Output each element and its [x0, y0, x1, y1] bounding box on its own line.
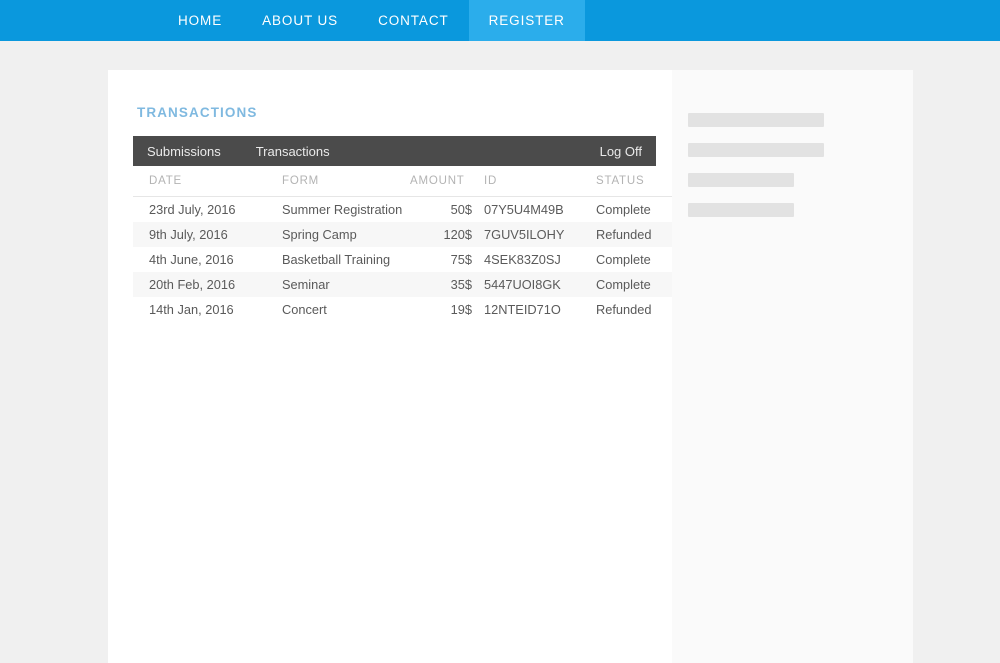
cell-form: Concert: [282, 302, 327, 317]
tab-submissions[interactable]: Submissions: [147, 144, 221, 159]
cell-status: Refunded: [584, 222, 680, 247]
transactions-table: DATE FORM AMOUNT ID STATUS 23rd July, 20…: [133, 171, 680, 322]
column-header-form: FORM: [282, 171, 410, 197]
table-row[interactable]: 20th Feb, 2016 Seminar 35$ 5447UOI8GK Co…: [133, 272, 680, 297]
log-off-button[interactable]: Log Off: [600, 144, 642, 159]
placeholder-bar-3: [688, 173, 794, 187]
cell-form: Spring Camp: [282, 222, 410, 247]
cell-id: 7GUV5ILOHY: [472, 222, 584, 247]
sidebar-column: [672, 70, 913, 663]
table-row[interactable]: 14th Jan, 2016 Concert 19$ 12NTEID71O Re…: [133, 297, 680, 322]
cell-form: Basketball Training: [282, 252, 391, 267]
account-tabbar: Submissions Transactions Log Off: [133, 136, 656, 166]
cell-amount: 50$: [450, 202, 472, 217]
cell-id: 07Y5U4M49B: [484, 202, 564, 217]
nav-item-label: ABOUT US: [262, 13, 339, 28]
nav-item-register[interactable]: REGISTER: [468, 0, 585, 41]
nav-item-home[interactable]: HOME: [158, 0, 242, 41]
column-header-date: DATE: [133, 171, 282, 197]
cell-id: 12NTEID71O: [484, 302, 561, 317]
cell-date: 20th Feb, 2016: [133, 272, 282, 297]
cell-id: 4SEK83Z0SJ: [484, 252, 561, 267]
log-off-label: Log Off: [599, 143, 642, 159]
column-header-amount: AMOUNT: [410, 171, 472, 197]
cell-date: 4th June, 2016: [149, 252, 234, 267]
placeholder-bar-4: [688, 203, 794, 217]
nav-item-label: REGISTER: [488, 13, 565, 28]
cell-date: 14th Jan, 2016: [149, 302, 234, 317]
cell-form: Seminar: [282, 272, 410, 297]
main-content-column: TRANSACTIONS Submissions Transactions Lo…: [108, 70, 680, 663]
main-navigation: HOME ABOUT US CONTACT REGISTER: [0, 0, 1000, 41]
tab-label: Submissions: [147, 143, 221, 159]
cell-amount: 120$: [410, 222, 472, 247]
cell-status: Refunded: [596, 302, 652, 317]
cell-amount: 35$: [410, 272, 472, 297]
page-card: TRANSACTIONS Submissions Transactions Lo…: [108, 70, 913, 663]
table-row[interactable]: 4th June, 2016 Basketball Training 75$ 4…: [133, 247, 680, 272]
table-header-row: DATE FORM AMOUNT ID STATUS: [133, 171, 680, 197]
cell-id: 5447UOI8GK: [472, 272, 584, 297]
tab-label: Transactions: [255, 143, 330, 159]
table-body: 23rd July, 2016 Summer Registration 50$ …: [133, 197, 680, 323]
column-header-status: STATUS: [584, 171, 680, 197]
cell-status: Complete: [584, 272, 680, 297]
nav-item-label: CONTACT: [378, 13, 449, 28]
table-row[interactable]: 23rd July, 2016 Summer Registration 50$ …: [133, 197, 680, 223]
placeholder-bar-1: [688, 113, 824, 127]
tab-transactions[interactable]: Transactions: [256, 144, 330, 159]
cell-amount: 19$: [450, 302, 472, 317]
placeholder-bar-2: [688, 143, 824, 157]
column-header-id: ID: [472, 171, 584, 197]
cell-form: Summer Registration: [282, 202, 403, 217]
nav-item-contact[interactable]: CONTACT: [358, 0, 469, 41]
transactions-table-wrapper: DATE FORM AMOUNT ID STATUS 23rd July, 20…: [133, 171, 680, 322]
table-head: DATE FORM AMOUNT ID STATUS: [133, 171, 680, 197]
nav-item-about-us[interactable]: ABOUT US: [242, 0, 358, 41]
cell-status: Complete: [596, 202, 651, 217]
page-title: TRANSACTIONS: [137, 105, 258, 120]
cell-status: Complete: [596, 252, 651, 267]
cell-amount: 75$: [450, 252, 472, 267]
cell-date: 23rd July, 2016: [149, 202, 236, 217]
table-row[interactable]: 9th July, 2016 Spring Camp 120$ 7GUV5ILO…: [133, 222, 680, 247]
cell-date: 9th July, 2016: [133, 222, 282, 247]
nav-item-label: HOME: [178, 13, 223, 28]
